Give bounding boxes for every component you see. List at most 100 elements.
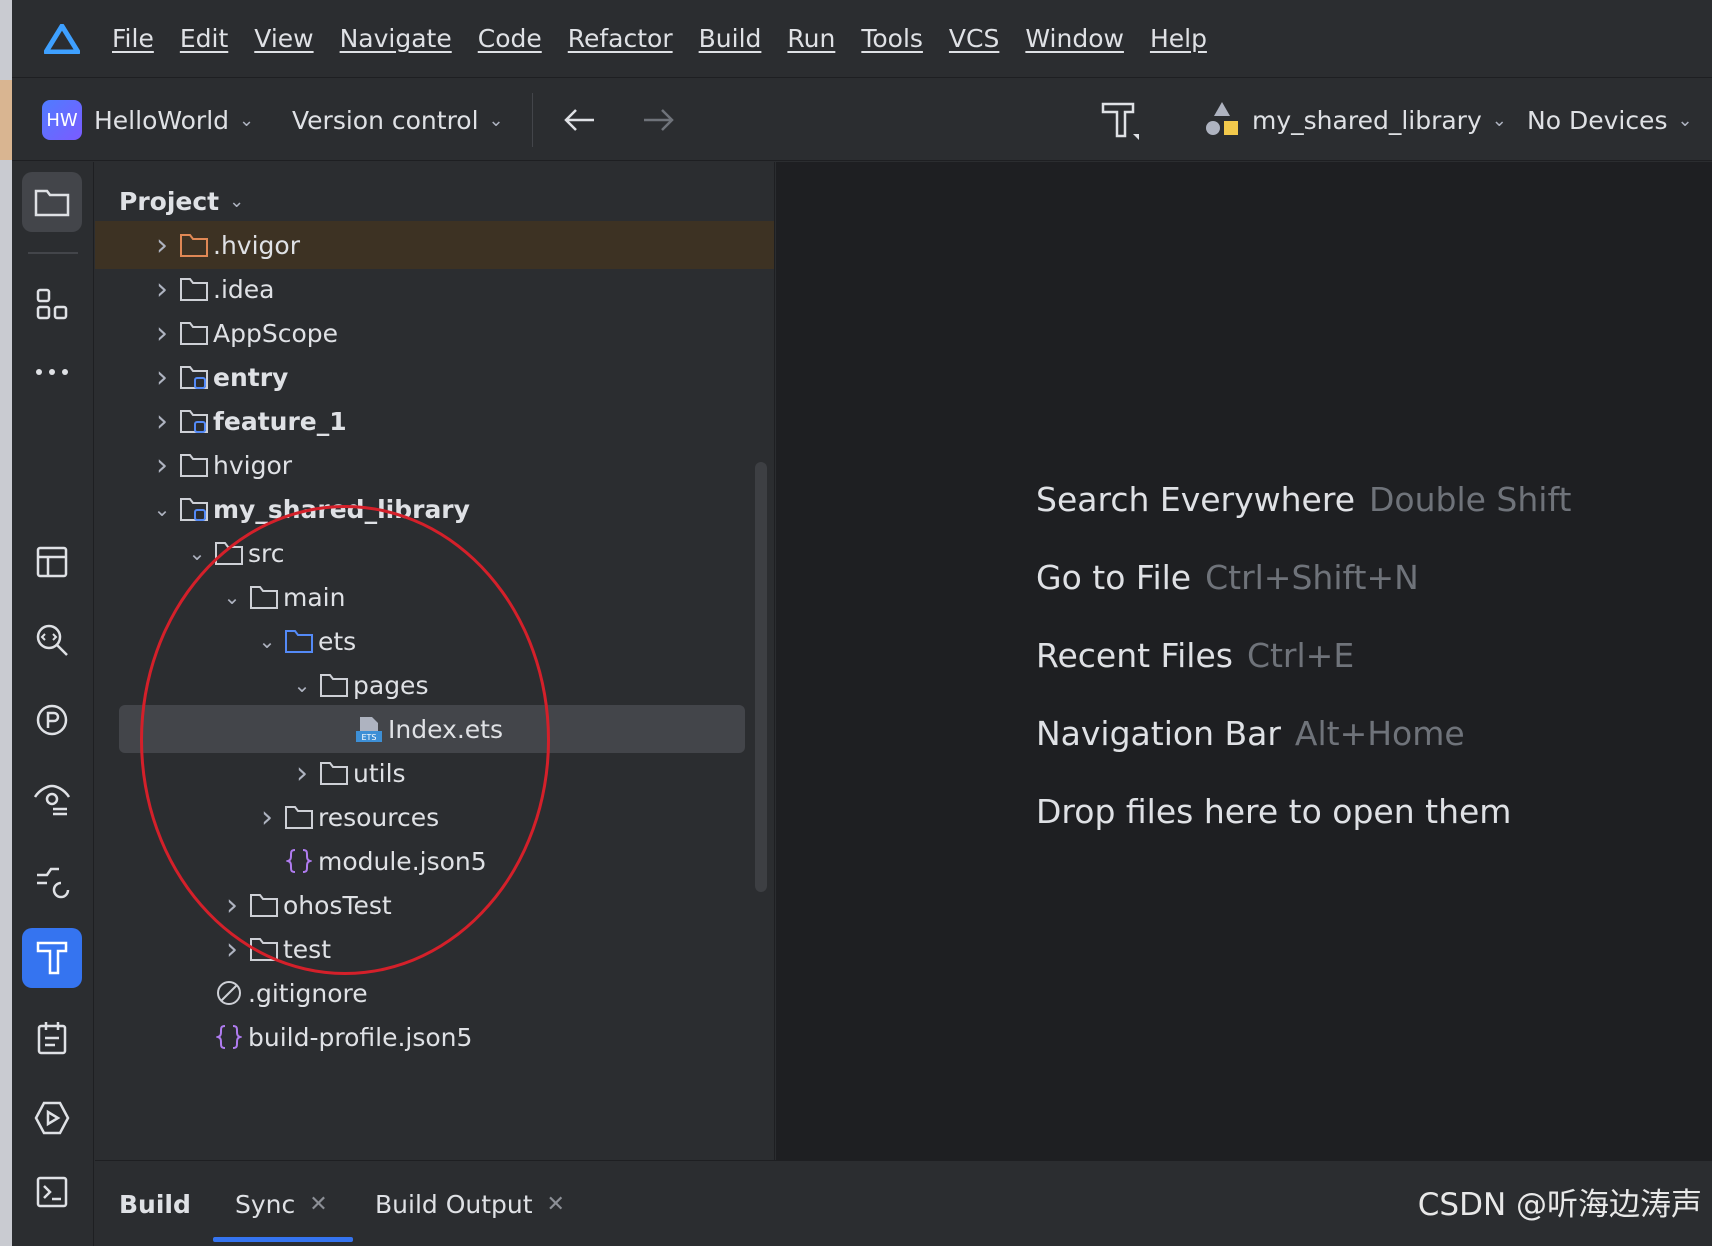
build-tool-button[interactable] xyxy=(22,928,82,988)
menu-edit[interactable]: Edit xyxy=(180,24,228,53)
gitignore-icon xyxy=(212,979,246,1007)
menu-build[interactable]: Build xyxy=(699,24,762,53)
profiler-button[interactable] xyxy=(22,690,82,750)
chevron-down-icon[interactable]: ⌄ xyxy=(182,541,212,565)
tree-row[interactable]: › ohosTest xyxy=(95,881,774,929)
tree-row[interactable]: ⌄ main xyxy=(95,573,774,621)
module-folder-icon xyxy=(177,407,211,435)
tree-row[interactable]: › feature_1 xyxy=(95,397,774,445)
tree-label: module.json5 xyxy=(318,846,487,876)
menu-file[interactable]: File xyxy=(112,24,154,53)
forward-button[interactable] xyxy=(642,79,676,161)
tool-separator xyxy=(28,252,78,254)
editor-area[interactable]: Search Everywhere Double Shift Go to File… xyxy=(776,162,1712,1160)
chevron-right-icon[interactable]: › xyxy=(147,272,177,307)
tree-row[interactable]: › .hvigor xyxy=(95,221,774,269)
menu-tools[interactable]: Tools xyxy=(861,24,923,53)
tree-row[interactable]: ⌄ ets xyxy=(95,617,774,665)
tree-label: hvigor xyxy=(213,450,293,480)
panel-title: Project xyxy=(119,187,220,216)
menu-vcs[interactable]: VCS xyxy=(949,24,999,53)
close-icon[interactable]: ✕ xyxy=(547,1192,565,1217)
hint-search-everywhere: Search Everywhere Double Shift xyxy=(1036,480,1571,519)
chevron-down-icon[interactable]: ⌄ xyxy=(287,673,317,697)
back-button[interactable] xyxy=(562,79,596,161)
toolbar-divider xyxy=(532,93,533,147)
device-selector[interactable]: No Devices ⌄ xyxy=(1527,79,1693,161)
todo-tool-button[interactable] xyxy=(22,1008,82,1068)
run-tool-button[interactable] xyxy=(22,1088,82,1148)
tree-label: .gitignore xyxy=(248,978,368,1008)
version-control-selector[interactable]: Version control ⌄ xyxy=(292,79,504,161)
preview-button[interactable] xyxy=(22,770,82,830)
chevron-right-icon[interactable]: › xyxy=(252,800,282,835)
hint-action: Search Everywhere xyxy=(1036,480,1355,519)
chevron-down-icon[interactable]: ⌄ xyxy=(217,585,247,609)
tree-row[interactable]: › .idea xyxy=(95,265,774,313)
menu-navigate[interactable]: Navigate xyxy=(340,24,452,53)
tree-row[interactable]: module.json5 xyxy=(95,837,774,885)
menu-window[interactable]: Window xyxy=(1025,24,1124,53)
tab-build-output[interactable]: Build Output ✕ xyxy=(375,1161,565,1246)
tree-row[interactable]: ETS Index.ets xyxy=(119,705,745,753)
chevron-right-icon[interactable]: › xyxy=(287,756,317,791)
menu-help[interactable]: Help xyxy=(1150,24,1207,53)
module-selector[interactable]: my_shared_library ⌄ xyxy=(1202,79,1507,161)
project-selector[interactable]: HW HelloWorld ⌄ xyxy=(42,79,254,161)
terminal-tool-button[interactable] xyxy=(22,1162,82,1222)
tab-label: Build Output xyxy=(375,1189,533,1219)
chevron-right-icon[interactable]: › xyxy=(147,404,177,439)
tree-row[interactable]: ⌄ pages xyxy=(95,661,774,709)
chevron-right-icon[interactable]: › xyxy=(217,888,247,923)
tree-row[interactable]: › test xyxy=(95,925,774,973)
hint-action: Navigation Bar xyxy=(1036,714,1281,753)
module-folder-icon xyxy=(177,363,211,391)
tree-row[interactable]: .gitignore xyxy=(95,969,774,1017)
build-hammer-button[interactable] xyxy=(1097,79,1141,161)
folder-icon xyxy=(34,189,70,217)
play-circle-icon xyxy=(34,1101,70,1135)
close-icon[interactable]: ✕ xyxy=(309,1192,327,1217)
tree-row[interactable]: ⌄ src xyxy=(95,529,774,577)
chevron-down-icon[interactable]: ⌄ xyxy=(147,497,177,521)
menu-refactor[interactable]: Refactor xyxy=(568,24,673,53)
chevron-right-icon[interactable]: › xyxy=(217,932,247,967)
tree-label: build-profile.json5 xyxy=(248,1022,473,1052)
module-shapes-icon xyxy=(1206,102,1238,135)
chevron-right-icon[interactable]: › xyxy=(147,448,177,483)
version-control-label: Version control xyxy=(292,105,479,135)
chevron-right-icon[interactable]: › xyxy=(147,360,177,395)
source-folder-icon xyxy=(282,627,316,655)
menu-run[interactable]: Run xyxy=(787,24,835,53)
arrow-left-icon xyxy=(564,109,594,131)
project-tool-button[interactable] xyxy=(22,172,82,232)
chevron-right-icon[interactable]: › xyxy=(147,228,177,263)
tree-row[interactable]: › entry xyxy=(95,353,774,401)
tree-row[interactable]: › utils xyxy=(95,749,774,797)
chevron-down-icon[interactable]: ⌄ xyxy=(252,629,282,653)
project-name: HelloWorld xyxy=(94,105,230,135)
code-inspect-button[interactable] xyxy=(22,610,82,670)
structure-tool-button[interactable] xyxy=(22,274,82,334)
watermark: CSDN @听海边涛声 xyxy=(1417,1187,1702,1223)
build-window-title: Build xyxy=(119,1189,191,1219)
tree-row[interactable]: › resources xyxy=(95,793,774,841)
menu-code[interactable]: Code xyxy=(478,24,542,53)
terminal-icon xyxy=(36,1176,68,1208)
sync-plug-icon xyxy=(37,867,70,899)
device-sync-button[interactable] xyxy=(22,850,82,910)
tree-row[interactable]: › hvigor xyxy=(95,441,774,489)
tree-row[interactable]: build-profile.json5 xyxy=(95,1013,774,1061)
tab-sync[interactable]: Sync ✕ xyxy=(235,1161,328,1246)
menu-view[interactable]: View xyxy=(254,24,313,53)
app-logo-icon xyxy=(32,0,92,78)
layout-tool-button[interactable] xyxy=(22,532,82,592)
tab-label: Sync xyxy=(235,1189,296,1219)
eye-icon xyxy=(33,784,71,816)
tree-row[interactable]: ⌄ my_shared_library xyxy=(95,485,774,533)
tree-row[interactable]: › AppScope xyxy=(95,309,774,357)
more-tools-button[interactable] xyxy=(22,342,82,402)
chevron-right-icon[interactable]: › xyxy=(147,316,177,351)
json-file-icon xyxy=(282,847,316,875)
vertical-scrollbar[interactable] xyxy=(755,462,767,892)
